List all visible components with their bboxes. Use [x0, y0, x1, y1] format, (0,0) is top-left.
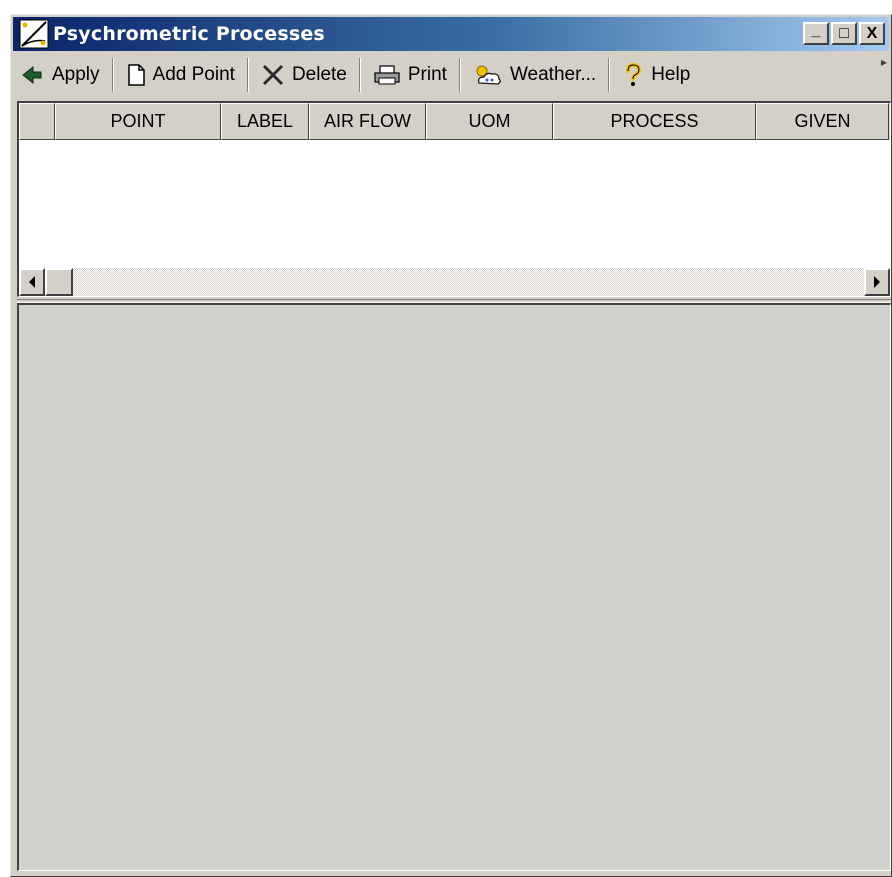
toolbar-separator: [608, 58, 611, 92]
close-icon: X: [866, 24, 878, 42]
minimize-button[interactable]: _: [803, 22, 829, 45]
weather-button[interactable]: Weather...: [465, 57, 604, 93]
close-button[interactable]: X: [859, 22, 885, 45]
help-button[interactable]: Help: [614, 57, 698, 93]
toolbar: Apply Add Point Delete Print Weather... …: [13, 53, 889, 97]
minimize-icon: _: [811, 21, 821, 39]
arrow-right-icon: [874, 276, 880, 288]
scroll-track[interactable]: [73, 268, 864, 296]
column-header-selector[interactable]: [19, 103, 55, 140]
scroll-thumb[interactable]: [45, 268, 73, 296]
delete-x-icon: [262, 64, 283, 86]
toolbar-separator: [458, 58, 461, 92]
help-label: Help: [651, 64, 691, 85]
apply-label: Apply: [52, 64, 100, 85]
delete-button[interactable]: Delete: [253, 57, 355, 93]
toolbar-separator: [358, 58, 361, 92]
toolbar-overflow-icon[interactable]: ▸: [881, 55, 887, 69]
horizontal-scrollbar[interactable]: [19, 268, 890, 296]
psychrometric-processes-window: Psychrometric Processes _ □ X Apply Add …: [10, 14, 892, 877]
printer-icon: [374, 65, 400, 85]
column-header-point[interactable]: POINT: [55, 103, 221, 140]
arrow-left-icon: [29, 276, 35, 288]
apply-button[interactable]: Apply: [13, 57, 108, 93]
new-document-icon: [127, 64, 145, 86]
scroll-left-button[interactable]: [19, 268, 45, 296]
column-header-air-flow[interactable]: AIR FLOW: [309, 103, 426, 140]
apply-arrow-icon: [22, 65, 42, 85]
points-table: POINT LABEL AIR FLOW UOM PROCESS GIVEN: [17, 101, 891, 297]
maximize-button[interactable]: □: [831, 22, 857, 45]
title-bar[interactable]: Psychrometric Processes _ □ X: [13, 17, 889, 51]
column-header-process[interactable]: PROCESS: [553, 103, 756, 140]
weather-icon: [476, 65, 501, 85]
weather-label: Weather...: [509, 64, 597, 85]
column-header-label[interactable]: LABEL: [221, 103, 309, 140]
psychrometric-chart-pane[interactable]: [17, 303, 891, 871]
toolbar-separator: [246, 58, 249, 92]
add-point-button[interactable]: Add Point: [118, 57, 243, 93]
print-label: Print: [407, 64, 447, 85]
maximize-icon: □: [839, 24, 849, 42]
table-body[interactable]: [19, 140, 890, 267]
column-header-uom[interactable]: UOM: [426, 103, 553, 140]
scroll-right-button[interactable]: [864, 268, 890, 296]
help-question-icon: [626, 63, 642, 86]
toolbar-separator: [111, 58, 114, 92]
table-header: POINT LABEL AIR FLOW UOM PROCESS GIVEN: [19, 103, 890, 140]
add-point-label: Add Point: [152, 64, 235, 85]
print-button[interactable]: Print: [365, 57, 455, 93]
column-header-given[interactable]: GIVEN: [756, 103, 889, 140]
psychrometric-chart-icon: [19, 19, 49, 49]
window-title: Psychrometric Processes: [53, 23, 325, 45]
delete-label: Delete: [291, 64, 347, 85]
